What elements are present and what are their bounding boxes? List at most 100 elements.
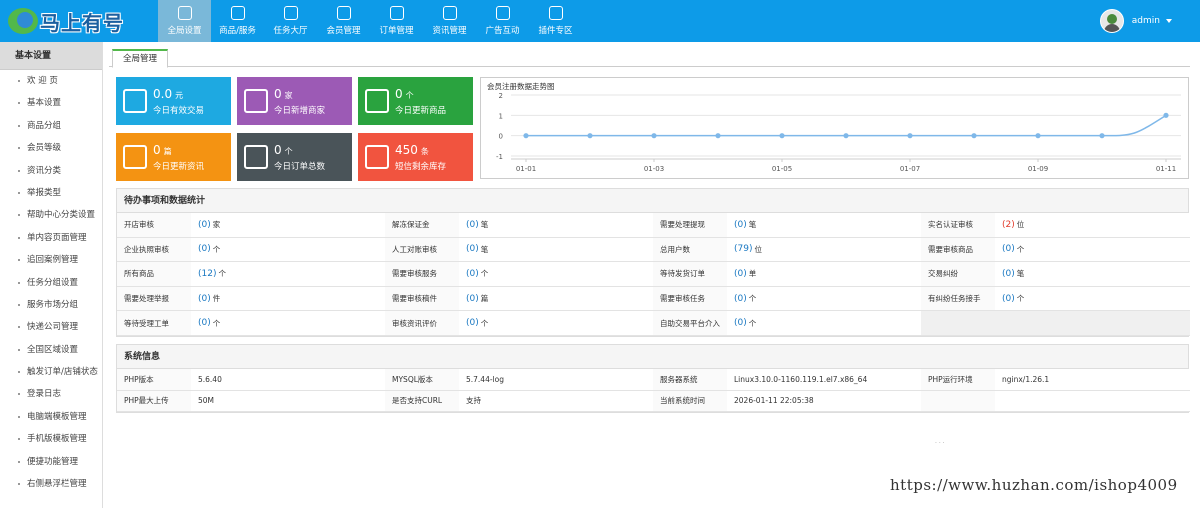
count-link[interactable]: (0) <box>734 220 747 230</box>
sidebar-item[interactable]: 举报类型 <box>0 182 102 204</box>
stat-tile[interactable]: 0.0 元今日有效交易 <box>116 77 231 125</box>
sidebar-item[interactable]: 单内容页面管理 <box>0 227 102 249</box>
stat-tile[interactable]: 0 家今日新增商家 <box>237 77 352 125</box>
sidebar-item[interactable]: 欢 迎 页 <box>0 70 102 92</box>
nav-label: 资讯管理 <box>432 26 467 36</box>
count-link[interactable]: (0) <box>734 318 747 328</box>
calendar-icon <box>442 6 457 20</box>
stat-label: 需要审核服务 <box>385 262 459 287</box>
stat-label: 需要处理提现 <box>653 213 727 238</box>
pending-panel: 待办事项和数据统计 开店审核 (0) 家解冻保证金 (0) 笔需要处理提现 (0) 笔实名认… <box>116 188 1190 337</box>
nav-item-7[interactable]: 插件专区 <box>529 0 582 42</box>
count-link[interactable]: (0) <box>734 269 747 279</box>
count-link[interactable]: (0) <box>466 318 479 328</box>
user-name[interactable]: admin <box>1132 16 1160 26</box>
chevron-down-icon[interactable] <box>1166 19 1172 23</box>
sidebar-item[interactable]: 基本设置 <box>0 92 102 114</box>
count-unit: 个 <box>480 269 489 279</box>
count-link[interactable]: (0) <box>466 269 479 279</box>
data-point <box>1035 133 1041 139</box>
sidebar-item[interactable]: 手机版模板管理 <box>0 428 102 450</box>
y-tick-label: 2 <box>499 92 503 100</box>
sidebar-item[interactable]: 登录日志 <box>0 383 102 405</box>
info-value: 2026-01-11 22:05:38 <box>727 390 921 412</box>
count-link[interactable]: (0) <box>198 318 211 328</box>
sidebar-item[interactable]: 任务分组设置 <box>0 272 102 294</box>
main-nav: 全局设置 商品/服务 任务大厅 会员管理 订单管理 资讯管理 广告互动 插件专区 <box>158 0 582 42</box>
sidebar-item[interactable]: 全国区域设置 <box>0 339 102 361</box>
sidebar-item-label: 登录日志 <box>27 389 62 400</box>
info-label: MYSQL版本 <box>385 369 459 391</box>
count-link[interactable]: (0) <box>1002 294 1015 304</box>
x-tick-label: 01-11 <box>1156 165 1176 173</box>
nav-item-5[interactable]: 资讯管理 <box>423 0 476 42</box>
sidebar-item-label: 资讯分类 <box>27 165 62 176</box>
sidebar-item[interactable]: 便捷功能管理 <box>0 451 102 473</box>
count-link[interactable]: (79) <box>734 244 752 254</box>
count-link[interactable]: (2) <box>1002 220 1015 230</box>
nav-label: 全局设置 <box>167 26 202 36</box>
count-unit: 个 <box>1016 294 1025 304</box>
stat-label: 交易纠纷 <box>921 262 995 287</box>
nav-item-1[interactable]: 商品/服务 <box>211 0 264 42</box>
nav-item-2[interactable]: 任务大厅 <box>264 0 317 42</box>
stat-label: 自助交易平台介入 <box>653 311 727 336</box>
clipboard-icon <box>244 89 268 113</box>
count-link[interactable]: (0) <box>466 294 479 304</box>
count-unit: 篇 <box>480 294 489 304</box>
count-link[interactable]: (0) <box>198 220 211 230</box>
stat-label: 今日有效交易 <box>153 106 205 116</box>
count-link[interactable]: (12) <box>198 269 216 279</box>
count-link[interactable]: (0) <box>734 294 747 304</box>
stat-label: 开店审核 <box>117 213 191 238</box>
x-tick-label: 01-03 <box>644 165 664 173</box>
sidebar-item[interactable]: 资讯分类 <box>0 160 102 182</box>
logo[interactable]: 马上有号 <box>8 6 124 36</box>
user-menu[interactable]: admin <box>1099 9 1172 33</box>
info-value <box>995 390 1190 412</box>
count-link[interactable]: (0) <box>198 244 211 254</box>
stat-value: (0) 个 <box>459 311 653 336</box>
avatar[interactable] <box>1099 9 1124 33</box>
stat-tile[interactable]: 450 条短信剩余库存 <box>358 133 473 181</box>
stat-tile[interactable]: 0 个今日更新商品 <box>358 77 473 125</box>
count-link[interactable]: (0) <box>198 294 211 304</box>
tab-global-management[interactable]: 全局管理 <box>112 49 169 68</box>
stat-value: (2) 位 <box>995 213 1190 238</box>
sidebar-item[interactable]: 会员等级 <box>0 137 102 159</box>
sidebar-item[interactable]: 追回案例管理 <box>0 249 102 271</box>
stat-value: (0) 个 <box>995 286 1190 312</box>
sidebar-item-label: 单内容页面管理 <box>27 232 87 243</box>
sidebar-item[interactable]: 右侧悬浮栏管理 <box>0 473 102 495</box>
nav-item-6[interactable]: 广告互动 <box>476 0 529 42</box>
registration-chart: 会员注册数据走势图 2 1 0 -1 01-01 01-03 01-05 01-07 01-09… <box>480 77 1189 179</box>
sidebar-item[interactable]: 触发订单/店铺状态 <box>0 361 102 383</box>
stat-label: 总用户数 <box>653 237 727 263</box>
sidebar-title: 基本设置 <box>0 42 102 70</box>
count-link[interactable]: (0) <box>466 220 479 230</box>
count-link[interactable]: (0) <box>1002 269 1015 279</box>
sidebar-item[interactable]: 快递公司管理 <box>0 316 102 338</box>
sidebar-item[interactable]: 电脑端模板管理 <box>0 406 102 428</box>
sidebar-item[interactable]: 帮助中心分类设置 <box>0 204 102 226</box>
stat-value: (0) 笔 <box>995 262 1190 287</box>
bell-icon <box>365 145 389 169</box>
stat-tile[interactable]: 0 个今日订单总数 <box>237 133 352 181</box>
count-link[interactable]: (0) <box>466 244 479 254</box>
sidebar-item-label: 快递公司管理 <box>27 322 79 333</box>
stat-unit: 条 <box>420 147 429 156</box>
nav-item-0[interactable]: 全局设置 <box>158 0 211 42</box>
stat-label: 企业执照审核 <box>117 237 191 263</box>
nav-item-3[interactable]: 会员管理 <box>317 0 370 42</box>
sidebar-item[interactable]: 服务市场分组 <box>0 294 102 316</box>
nav-item-4[interactable]: 订单管理 <box>370 0 423 42</box>
count-unit: 个 <box>212 318 221 328</box>
stat-number: 0 <box>274 143 282 157</box>
count-unit: 单 <box>748 269 757 279</box>
main-content: 全局管理 0.0 元今日有效交易 0 家今日新增商家 0 个今日更新商品 0 篇今日更新资讯 0… <box>109 46 1190 413</box>
stat-value: (12) 个 <box>191 262 385 287</box>
stat-tile[interactable]: 0 篇今日更新资讯 <box>116 133 231 181</box>
stat-value: (0) 个 <box>191 311 385 336</box>
count-link[interactable]: (0) <box>1002 244 1015 254</box>
sidebar-item[interactable]: 商品分组 <box>0 115 102 137</box>
